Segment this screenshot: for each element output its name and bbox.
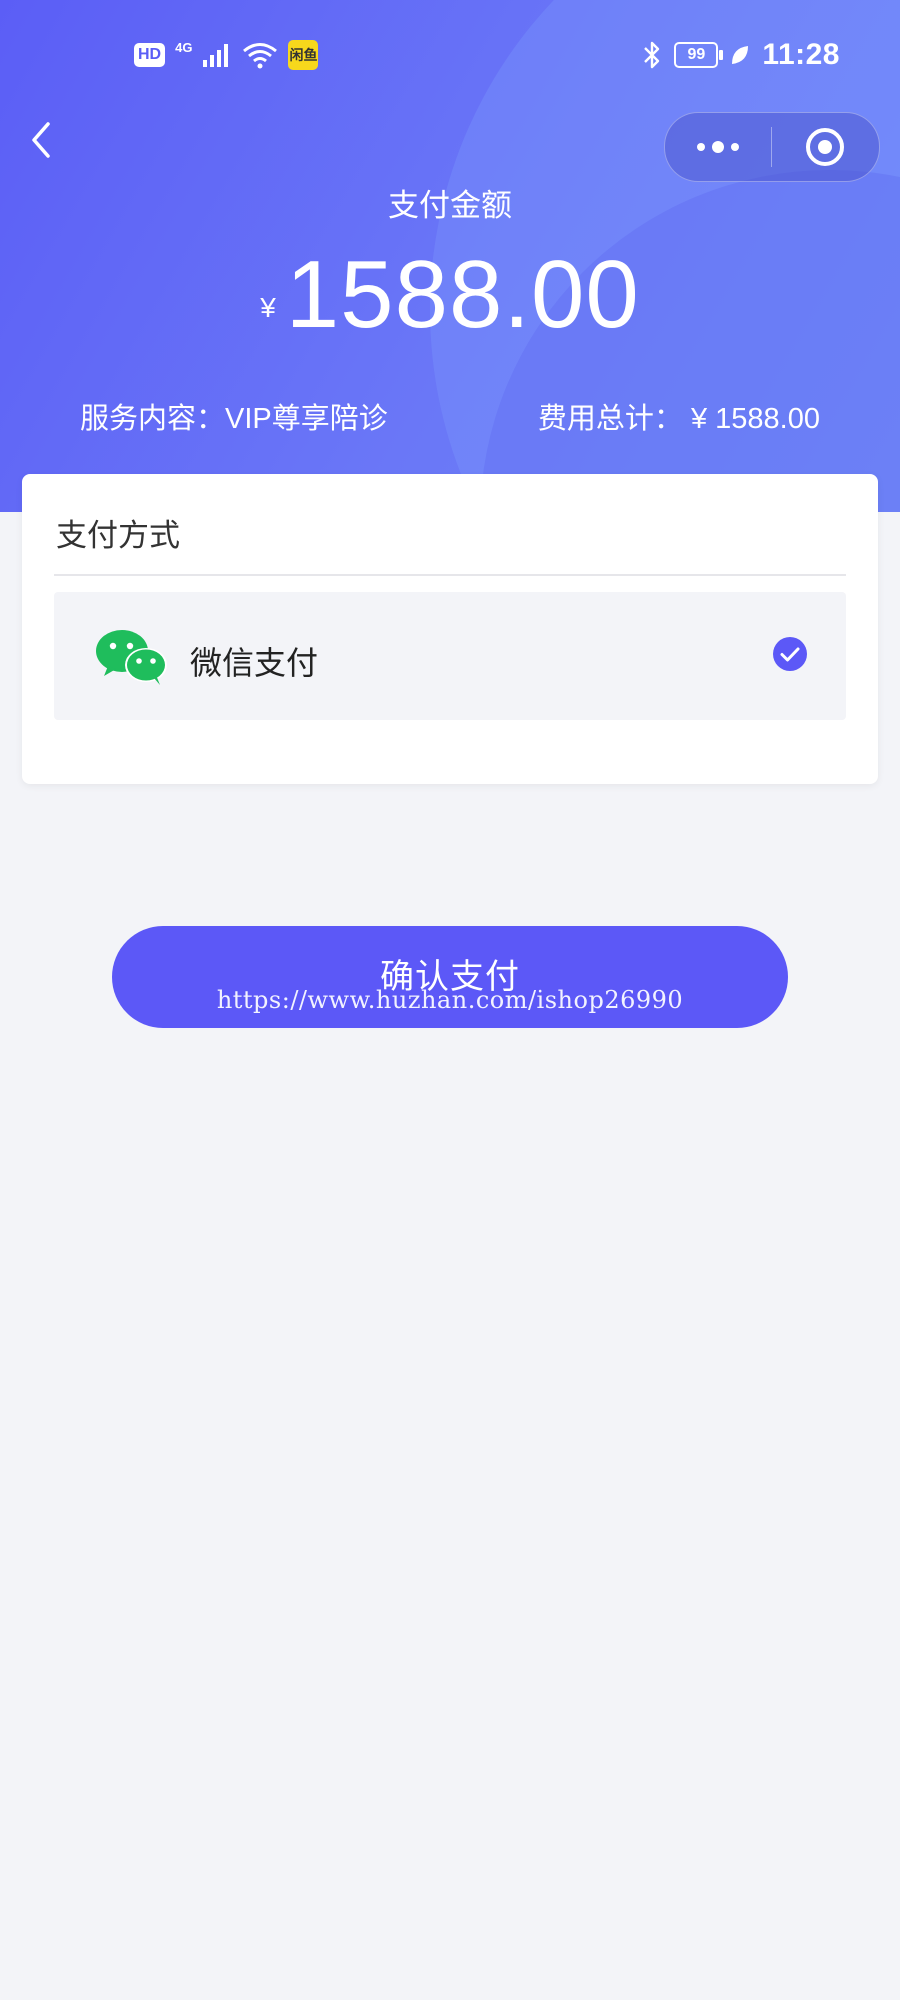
- network-type: 4G: [175, 39, 193, 55]
- card-divider: [54, 574, 846, 576]
- battery-indicator: 99: [674, 42, 724, 68]
- status-left: HD 4G 闲鱼: [134, 39, 319, 70]
- more-dots-icon: [697, 141, 739, 153]
- app-badge: 闲鱼: [288, 40, 319, 70]
- payment-amount-label: 支付金额: [388, 188, 512, 223]
- more-button[interactable]: [665, 113, 771, 181]
- leaf-icon: [732, 46, 749, 64]
- bluetooth-icon: [644, 41, 660, 69]
- signal-icon: [203, 44, 229, 67]
- status-bar: HD 4G 闲鱼 99 11:28: [0, 0, 900, 110]
- amount-value: 1588.00: [285, 241, 640, 348]
- payment-method-title: 支付方式: [56, 518, 180, 553]
- confirm-payment-button[interactable]: 确认支付: [112, 926, 788, 1028]
- back-button[interactable]: [26, 118, 66, 162]
- target-circle-icon: [806, 128, 844, 166]
- fee-total: 费用总计： ¥ 1588.00: [537, 403, 820, 435]
- payment-amount: ¥1588.00: [0, 240, 900, 350]
- wechat-pay-option[interactable]: 微信支付: [54, 592, 846, 720]
- payment-method-card: 支付方式 微信支付: [22, 474, 878, 784]
- clock: 11:28: [762, 38, 840, 71]
- payment-header: HD 4G 闲鱼 99 11:28 支付金额 ¥ 1588.00 服务内容：VI…: [0, 0, 900, 512]
- hd-badge: HD: [134, 43, 166, 67]
- wechat-pay-label: 微信支付: [190, 645, 319, 681]
- check-circle-icon[interactable]: [772, 636, 808, 672]
- wechat-icon: [96, 630, 167, 685]
- service-content: 服务内容：VIP尊享陪诊: [80, 403, 388, 435]
- currency-symbol: ¥: [260, 292, 276, 323]
- mini-program-capsule: [664, 112, 880, 182]
- wifi-icon: [243, 43, 278, 69]
- status-right: 99 11:28: [642, 38, 840, 72]
- chevron-left-icon: [32, 122, 50, 158]
- close-mini-program-button[interactable]: [772, 113, 878, 181]
